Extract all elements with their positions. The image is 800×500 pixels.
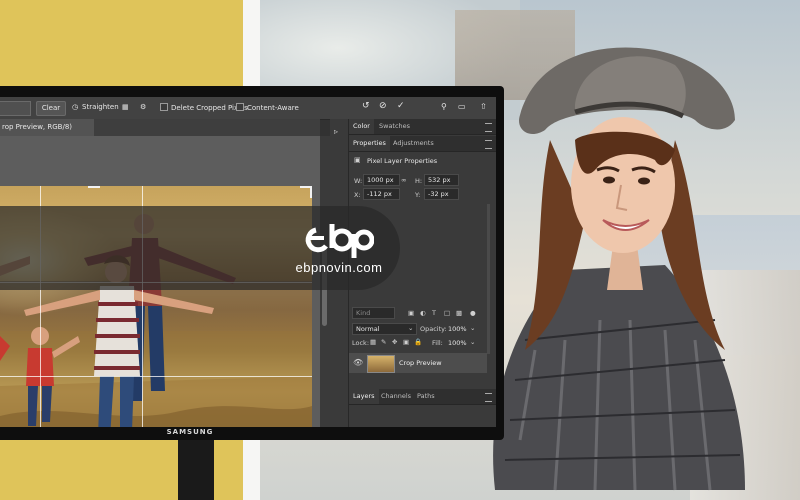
monitor-brand: SAMSUNG xyxy=(166,428,214,436)
ratio-dropdown[interactable] xyxy=(0,101,31,116)
tab-color[interactable]: Color xyxy=(349,119,374,134)
monitor-stand xyxy=(178,440,214,500)
layer-name[interactable]: Crop Preview xyxy=(399,359,442,367)
link-icon[interactable]: ∞ xyxy=(401,176,406,184)
height-field[interactable]: 532 px xyxy=(424,174,459,186)
straighten-icon[interactable]: ◷ xyxy=(72,103,78,111)
eye-icon[interactable]: 👁 xyxy=(353,358,363,367)
lock-all-icon[interactable]: 🔒 xyxy=(414,338,422,346)
layer-row-crop-preview[interactable]: 👁 Crop Preview xyxy=(349,353,487,373)
search-icon[interactable]: ⚲ xyxy=(441,102,447,111)
tab-paths[interactable]: Paths xyxy=(413,389,439,404)
properties-title: Pixel Layer Properties xyxy=(367,157,438,165)
grid-overlay-icon[interactable]: ▦ xyxy=(122,103,129,111)
layer-thumbnail xyxy=(367,355,395,373)
crop-options-bar: Clear ◷ Straighten ▦ ⚙ Delete Cropped Pi… xyxy=(0,97,496,120)
tab-swatches[interactable]: Swatches xyxy=(375,119,414,134)
panel-menu-icon[interactable] xyxy=(485,123,492,132)
crop-grid-line xyxy=(0,376,312,377)
filter-toggle-icon[interactable]: ● xyxy=(470,309,476,317)
x-label: X: xyxy=(354,191,361,199)
content-aware-checkbox[interactable]: Content-Aware xyxy=(236,103,299,112)
chevron-down-icon[interactable]: ⌄ xyxy=(470,338,475,346)
lock-row: Lock: ▦ ✎ ✥ ▣ 🔒 Fill: 100% ⌄ xyxy=(352,338,492,350)
cancel-icon[interactable]: ⊘ xyxy=(379,101,387,111)
crop-handle-top-right[interactable] xyxy=(310,186,312,198)
ebp-logo-icon xyxy=(305,224,374,258)
opacity-value[interactable]: 100% xyxy=(448,325,467,333)
clear-button[interactable]: Clear xyxy=(36,101,66,116)
blend-row: Normal ⌄ Opacity: 100% ⌄ xyxy=(352,323,492,335)
tab-adjustments[interactable]: Adjustments xyxy=(389,136,438,151)
watermark-text: ebpnovin.com xyxy=(295,260,383,275)
share-icon[interactable]: ⇧ xyxy=(480,102,487,111)
crop-handle-top[interactable] xyxy=(88,186,100,188)
properties-panel-tabs: Properties Adjustments xyxy=(349,136,496,152)
width-field[interactable]: 1000 px xyxy=(363,174,400,186)
workspace-icon[interactable]: ▭ xyxy=(458,102,466,111)
tab-layers[interactable]: Layers xyxy=(349,389,379,404)
lock-brush-icon[interactable]: ✎ xyxy=(381,338,386,346)
lock-label: Lock: xyxy=(352,339,370,347)
y-field[interactable]: -32 px xyxy=(424,188,459,200)
history-icon[interactable]: ▹ xyxy=(334,127,344,137)
commit-check-icon[interactable]: ✓ xyxy=(397,101,405,111)
width-label: W: xyxy=(354,177,363,185)
content-aware-label: Content-Aware xyxy=(247,104,299,112)
panel-menu-icon[interactable] xyxy=(485,140,492,149)
x-field[interactable]: -112 px xyxy=(363,188,400,200)
fill-label: Fill: xyxy=(432,339,443,347)
layers-panel-tabs: Layers Channels Paths xyxy=(349,389,496,405)
lock-move-icon[interactable]: ✥ xyxy=(392,338,397,346)
straighten-label[interactable]: Straighten xyxy=(82,103,119,111)
color-panel-tabs: Color Swatches xyxy=(349,119,496,135)
pixel-layer-icon: ▣ xyxy=(354,156,361,164)
filter-pixel-icon[interactable]: ▣ xyxy=(408,309,414,317)
fill-value[interactable]: 100% xyxy=(448,339,467,347)
filter-smart-icon[interactable]: ▩ xyxy=(456,309,462,317)
filter-type-icon[interactable]: T xyxy=(432,309,436,317)
gear-icon[interactable]: ⚙ xyxy=(140,103,146,111)
tab-channels[interactable]: Channels xyxy=(377,389,415,404)
height-label: H: xyxy=(415,177,423,185)
opacity-label: Opacity: xyxy=(420,325,447,333)
document-tab[interactable]: rop Preview, RGB/8) xyxy=(0,119,94,136)
chevron-down-icon: ⌄ xyxy=(408,324,414,332)
panel-menu-icon[interactable] xyxy=(485,393,492,402)
filter-shape-icon[interactable]: □ xyxy=(444,309,450,317)
undo-icon[interactable]: ↺ xyxy=(362,101,370,111)
kind-filter[interactable]: Kind xyxy=(352,307,395,319)
delete-cropped-checkbox[interactable]: Delete Cropped Pixels xyxy=(160,103,248,112)
chevron-down-icon[interactable]: ⌄ xyxy=(470,324,475,332)
lock-transparent-icon[interactable]: ▦ xyxy=(370,338,376,346)
lock-artboard-icon[interactable]: ▣ xyxy=(403,338,409,346)
y-label: Y: xyxy=(415,191,421,199)
filter-adjust-icon[interactable]: ◐ xyxy=(420,309,426,317)
tab-properties[interactable]: Properties xyxy=(349,136,390,151)
layer-filter-row: Kind ▣ ◐ T □ ▩ ● xyxy=(352,307,492,319)
